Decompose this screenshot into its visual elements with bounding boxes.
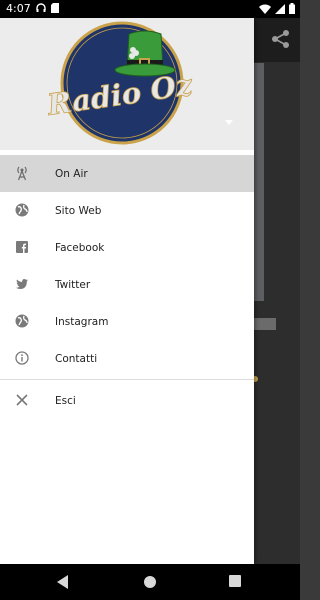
globe-icon [14,202,30,218]
menu-item-contatti[interactable]: Contatti [0,340,254,377]
menu-item-instagram[interactable]: Instagram [0,303,254,340]
menu-item-label: On Air [55,167,88,180]
status-bar: 4:07 [0,0,300,18]
drawer-header: Radio Oz [0,18,254,150]
system-nav-bar [0,564,300,600]
menu-item-facebook[interactable]: Facebook [0,229,254,266]
antenna-icon [14,165,30,181]
signal-icon [275,3,285,14]
close-icon [14,392,30,408]
home-icon[interactable] [143,575,157,589]
drawer-menu: On Air Sito Web Facebook Twitter Instagr… [0,155,254,419]
svg-text:Oz: Oz [148,67,195,107]
menu-divider [0,379,254,380]
navigation-drawer: Radio Oz On Air Sito Web Facebook Twitte… [0,18,254,564]
menu-item-label: Esci [55,394,76,407]
menu-item-on-air[interactable]: On Air [0,155,254,192]
facebook-icon [14,239,30,255]
triangle-down-icon[interactable] [225,120,233,125]
wifi-icon [259,4,271,14]
menu-item-esci[interactable]: Esci [0,382,254,419]
back-icon[interactable] [57,575,69,589]
status-time: 4:07 [6,2,31,15]
info-icon [14,350,30,366]
sd-card-icon [51,3,59,13]
battery-icon [289,3,295,14]
menu-item-label: Facebook [55,241,105,254]
background-image [254,63,264,301]
share-icon[interactable] [270,28,292,54]
twitter-icon [14,276,30,292]
radio-oz-logo: Radio Oz [45,21,195,145]
menu-item-label: Sito Web [55,204,102,217]
menu-item-sito-web[interactable]: Sito Web [0,192,254,229]
headset-icon [36,3,46,12]
menu-item-label: Instagram [55,315,109,328]
globe-icon [14,313,30,329]
menu-item-twitter[interactable]: Twitter [0,266,254,303]
menu-item-label: Twitter [55,278,91,291]
recents-icon[interactable] [229,575,241,587]
menu-item-label: Contatti [55,352,98,365]
background-progress [254,318,276,330]
